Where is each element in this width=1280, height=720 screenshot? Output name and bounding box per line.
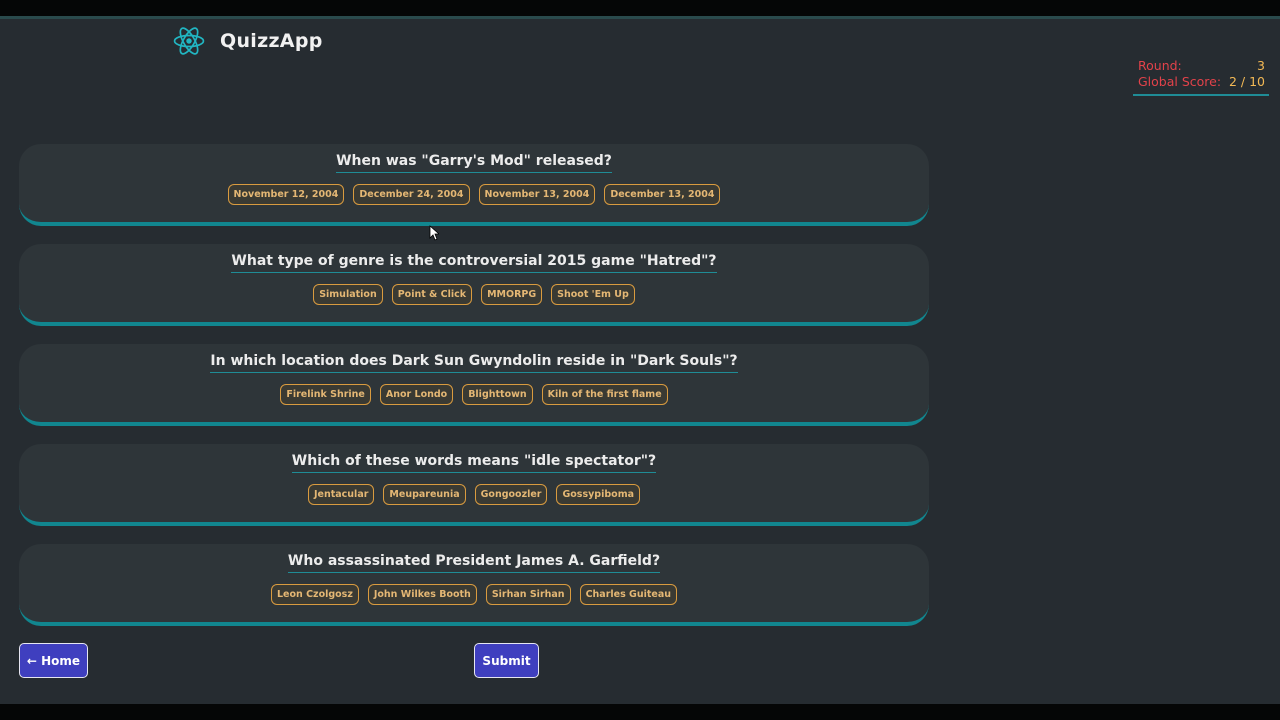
answer-button[interactable]: MMORPG <box>481 284 543 305</box>
answer-button[interactable]: Kiln of the first flame <box>541 384 668 405</box>
answer-options: Jentacular Meupareunia Gongoozler Gossyp… <box>19 484 929 505</box>
score-panel: Round: 3 Global Score: 2 / 10 <box>1133 58 1269 96</box>
question-text: When was "Garry's Mod" released? <box>336 153 612 173</box>
answer-button[interactable]: Charles Guiteau <box>579 584 678 605</box>
submit-button[interactable]: Submit <box>474 643 539 678</box>
quiz-app: QuizzApp Round: 3 Global Score: 2 / 10 W… <box>0 19 1280 704</box>
question-text: Which of these words means "idle spectat… <box>291 453 657 473</box>
answer-options: Firelink Shrine Anor Londo Blighttown Ki… <box>19 384 929 405</box>
question-card-1: When was "Garry's Mod" released? Novembe… <box>19 144 929 226</box>
global-score-label: Global Score: <box>1138 74 1222 89</box>
question-card-4: Which of these words means "idle spectat… <box>19 444 929 526</box>
answer-options: November 12, 2004 December 24, 2004 Nove… <box>19 184 929 205</box>
round-row: Round: 3 <box>1133 58 1269 74</box>
react-atom-icon <box>173 27 205 55</box>
question-card-2: What type of genre is the controversial … <box>19 244 929 326</box>
question-card-3: In which location does Dark Sun Gwyndoli… <box>19 344 929 426</box>
answer-button[interactable]: Simulation <box>313 284 383 305</box>
answer-button[interactable]: John Wilkes Booth <box>367 584 477 605</box>
global-score-row: Global Score: 2 / 10 <box>1133 74 1269 90</box>
answer-button[interactable]: Gossypiboma <box>556 484 641 505</box>
answer-button[interactable]: December 13, 2004 <box>604 184 721 205</box>
window-bottom-bar <box>0 704 1280 720</box>
brand[interactable]: QuizzApp <box>172 25 323 57</box>
question-text: What type of genre is the controversial … <box>231 253 717 273</box>
round-label: Round: <box>1138 58 1182 73</box>
question-text: In which location does Dark Sun Gwyndoli… <box>210 353 738 373</box>
global-score-value: 2 / 10 <box>1228 74 1265 89</box>
answer-button[interactable]: Leon Czolgosz <box>270 584 359 605</box>
window-top-bar <box>0 0 1280 16</box>
mouse-cursor-icon <box>429 225 439 241</box>
app-title: QuizzApp <box>220 30 323 52</box>
answer-button[interactable]: Shoot 'Em Up <box>551 284 635 305</box>
answer-button[interactable]: Gongoozler <box>474 484 548 505</box>
answer-button[interactable]: November 12, 2004 <box>227 184 345 205</box>
question-list: When was "Garry's Mod" released? Novembe… <box>19 144 929 644</box>
round-value: 3 <box>1257 58 1265 73</box>
answer-button[interactable]: December 24, 2004 <box>353 184 470 205</box>
question-card-5: Who assassinated President James A. Garf… <box>19 544 929 626</box>
home-button[interactable]: ← Home <box>19 643 88 678</box>
answer-button[interactable]: Firelink Shrine <box>280 384 371 405</box>
answer-button[interactable]: Jentacular <box>307 484 375 505</box>
answer-options: Simulation Point & Click MMORPG Shoot 'E… <box>19 284 929 305</box>
answer-button[interactable]: Meupareunia <box>383 484 466 505</box>
answer-button[interactable]: November 13, 2004 <box>478 184 596 205</box>
answer-button[interactable]: Sirhan Sirhan <box>485 584 571 605</box>
answer-button[interactable]: Blighttown <box>462 384 533 405</box>
answer-button[interactable]: Anor Londo <box>379 384 454 405</box>
question-text: Who assassinated President James A. Garf… <box>287 553 661 573</box>
answer-options: Leon Czolgosz John Wilkes Booth Sirhan S… <box>19 584 929 605</box>
answer-button[interactable]: Point & Click <box>391 284 473 305</box>
